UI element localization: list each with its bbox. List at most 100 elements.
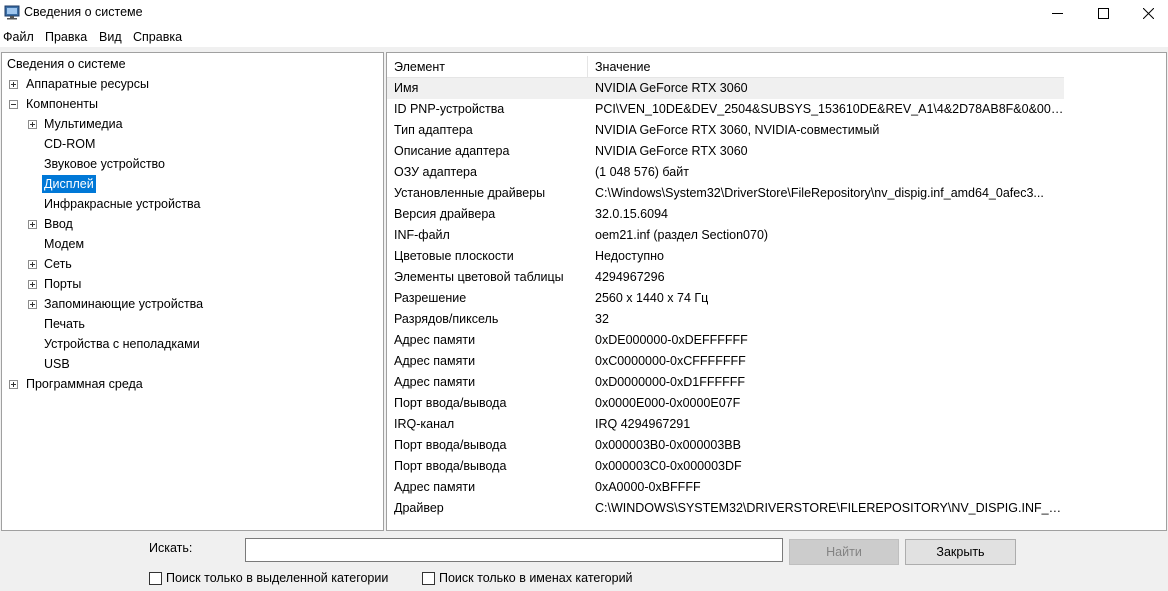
item-cell: Адрес памяти	[394, 354, 476, 368]
tree-item-label[interactable]: Ввод	[42, 215, 75, 233]
tree-item[interactable]: Компоненты	[2, 95, 382, 113]
tree-item-label[interactable]: Сведения о системе	[5, 55, 128, 73]
table-row[interactable]: Адрес памяти 0xA0000-0xBFFFF	[387, 477, 1064, 498]
tree-item[interactable]: Модем	[2, 235, 382, 253]
table-row[interactable]: Порт ввода/вывода 0x0000E000-0x0000E07F	[387, 393, 1064, 414]
value-cell: Недоступно	[595, 249, 664, 263]
table-row[interactable]: Имя NVIDIA GeForce RTX 3060	[387, 78, 1064, 99]
window-title: Сведения о системе	[24, 5, 143, 19]
table-row[interactable]: Элементы цветовой таблицы 4294967296	[387, 267, 1064, 288]
tree-item[interactable]: Инфракрасные устройства	[2, 195, 382, 213]
search-category-names-checkbox[interactable]	[422, 571, 435, 585]
value-cell: C:\WINDOWS\SYSTEM32\DRIVERSTORE\FILEREPO…	[595, 501, 1064, 515]
column-header-value[interactable]: Значение	[588, 56, 1064, 78]
menu-help[interactable]: Справка	[133, 30, 182, 44]
tree-item[interactable]: Программная среда	[2, 375, 382, 393]
tree-item-label[interactable]: CD-ROM	[42, 135, 97, 153]
search-selected-category-option[interactable]: Поиск только в выделенной категории	[149, 571, 388, 585]
collapse-icon[interactable]	[9, 100, 18, 109]
tree-item-label[interactable]: Печать	[42, 315, 87, 333]
tree-item[interactable]: Устройства с неполадками	[2, 335, 382, 353]
tree-item-label[interactable]: Порты	[42, 275, 83, 293]
close-dialog-button[interactable]: Закрыть	[905, 539, 1016, 565]
item-cell: INF-файл	[394, 228, 450, 242]
minimize-button[interactable]	[1034, 0, 1080, 26]
maximize-button[interactable]	[1080, 0, 1126, 26]
item-cell: Имя	[394, 81, 419, 95]
tree-item[interactable]: CD-ROM	[2, 135, 382, 153]
expand-icon[interactable]	[28, 220, 37, 229]
table-row[interactable]: Драйвер C:\WINDOWS\SYSTEM32\DRIVERSTORE\F…	[387, 498, 1064, 519]
tree-item[interactable]: Порты	[2, 275, 382, 293]
expand-icon[interactable]	[9, 380, 18, 389]
tree-item-label[interactable]: Запоминающие устройства	[42, 295, 205, 313]
table-row[interactable]: ОЗУ адаптера (1 048 576) байт	[387, 162, 1064, 183]
close-button[interactable]	[1125, 0, 1168, 26]
table-row[interactable]: Адрес памяти 0xD0000000-0xD1FFFFFF	[387, 372, 1064, 393]
table-row[interactable]: Порт ввода/вывода 0x000003C0-0x000003DF	[387, 456, 1064, 477]
table-row[interactable]: Тип адаптера NVIDIA GeForce RTX 3060, NVI…	[387, 120, 1064, 141]
search-category-names-option[interactable]: Поиск только в именах категорий	[422, 571, 633, 585]
value-cell: C:\Windows\System32\DriverStore\FileRepo…	[595, 186, 1044, 200]
tree-item[interactable]: Аппаратные ресурсы	[2, 75, 382, 93]
value-cell: 0x000003B0-0x000003BB	[595, 438, 741, 452]
item-cell: Адрес памяти	[394, 375, 476, 389]
item-cell: Порт ввода/вывода	[394, 396, 507, 410]
tree-item-label[interactable]: Звуковое устройство	[42, 155, 167, 173]
tree-item-label[interactable]: Модем	[42, 235, 86, 253]
table-row[interactable]: Разрядов/пиксель 32	[387, 309, 1064, 330]
tree-item[interactable]: USB	[2, 355, 382, 373]
item-cell: Тип адаптера	[394, 123, 473, 137]
expand-icon[interactable]	[28, 120, 37, 129]
table-row[interactable]: Разрешение 2560 x 1440 x 74 Гц	[387, 288, 1064, 309]
menu-edit[interactable]: Правка	[45, 30, 87, 44]
tree-item-label[interactable]: Инфракрасные устройства	[42, 195, 202, 213]
tree-item[interactable]: Звуковое устройство	[2, 155, 382, 173]
tree-item-label[interactable]: Компоненты	[24, 95, 100, 113]
tree-item[interactable]: Запоминающие устройства	[2, 295, 382, 313]
details-list[interactable]: Элемент Значение Имя NVIDIA GeForce RTX 3…	[386, 52, 1167, 531]
table-row[interactable]: Описание адаптера NVIDIA GeForce RTX 3060	[387, 141, 1064, 162]
table-row[interactable]: Установленные драйверы C:\Windows\System3…	[387, 183, 1064, 204]
expand-icon[interactable]	[28, 300, 37, 309]
tree-item[interactable]: Мультимедиа	[2, 115, 382, 133]
search-input[interactable]	[245, 538, 783, 562]
column-header-element[interactable]: Элемент	[387, 56, 588, 78]
search-selected-category-checkbox[interactable]	[149, 571, 162, 585]
item-cell: Описание адаптера	[394, 144, 510, 158]
category-tree[interactable]: Сведения о системе Аппаратные ресурсы Комп…	[1, 52, 384, 531]
item-cell: Порт ввода/вывода	[394, 438, 507, 452]
find-button[interactable]: Найти	[789, 539, 899, 565]
item-cell: Порт ввода/вывода	[394, 459, 507, 473]
table-row[interactable]: IRQ-канал IRQ 4294967291	[387, 414, 1064, 435]
table-row[interactable]: Адрес памяти 0xDE000000-0xDEFFFFFF	[387, 330, 1064, 351]
title-bar: Сведения о системе	[0, 0, 1168, 26]
tree-item[interactable]: Дисплей	[2, 175, 382, 193]
tree-item-label[interactable]: Дисплей	[42, 175, 96, 193]
tree-item[interactable]: Ввод	[2, 215, 382, 233]
expand-icon[interactable]	[9, 80, 18, 89]
item-cell: Разрядов/пиксель	[394, 312, 499, 326]
table-row[interactable]: ID PNP-устройства PCI\VEN_10DE&DEV_2504&S…	[387, 99, 1064, 120]
menu-file[interactable]: Файл	[3, 30, 34, 44]
value-cell: IRQ 4294967291	[595, 417, 691, 431]
expand-icon[interactable]	[28, 280, 37, 289]
tree-item-label[interactable]: Аппаратные ресурсы	[24, 75, 151, 93]
tree-item-label[interactable]: Программная среда	[24, 375, 145, 393]
tree-item-label[interactable]: USB	[42, 355, 72, 373]
table-row[interactable]: Цветовые плоскости Недоступно	[387, 246, 1064, 267]
tree-item-label[interactable]: Устройства с неполадками	[42, 335, 202, 353]
tree-item[interactable]: Сеть	[2, 255, 382, 273]
tree-item-label[interactable]: Сеть	[42, 255, 74, 273]
tree-item-label[interactable]: Мультимедиа	[42, 115, 125, 133]
value-cell: 0xC0000000-0xCFFFFFFF	[595, 354, 746, 368]
tree-item[interactable]: Печать	[2, 315, 382, 333]
table-row[interactable]: Порт ввода/вывода 0x000003B0-0x000003BB	[387, 435, 1064, 456]
table-row[interactable]: Адрес памяти 0xC0000000-0xCFFFFFFF	[387, 351, 1064, 372]
tree-item[interactable]: Сведения о системе	[2, 55, 382, 73]
menu-view[interactable]: Вид	[99, 30, 122, 44]
table-row[interactable]: Версия драйвера 32.0.15.6094	[387, 204, 1064, 225]
expand-icon[interactable]	[28, 260, 37, 269]
value-cell: NVIDIA GeForce RTX 3060	[595, 144, 748, 158]
table-row[interactable]: INF-файл oem21.inf (раздел Section070)	[387, 225, 1064, 246]
